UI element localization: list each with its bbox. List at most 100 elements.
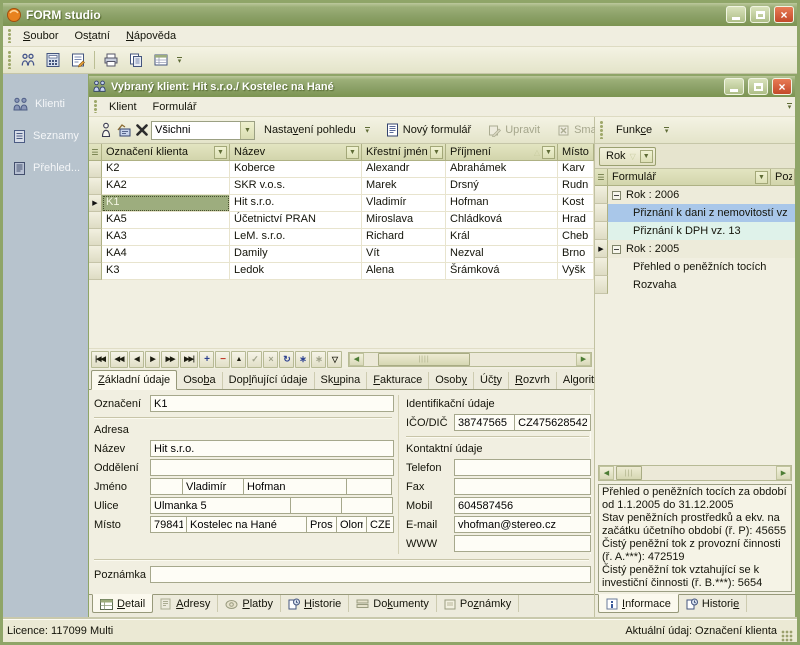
minimize-button[interactable] (726, 6, 746, 23)
table-row[interactable]: KA3LeM. s.r.o.RichardKrálCheb (89, 229, 594, 246)
column-header-poznamka[interactable]: Poz (771, 169, 795, 186)
form-row[interactable]: Přehled o peněžních tocích (595, 258, 795, 276)
chevron-down-icon[interactable]: ▼ (240, 122, 254, 139)
maximize-button[interactable] (750, 6, 770, 23)
cell[interactable]: Nezval (446, 246, 558, 263)
tab-poznamky[interactable]: Poznámky (437, 595, 519, 612)
kraj-field[interactable] (336, 516, 367, 533)
cell[interactable]: Alexandr (362, 161, 446, 178)
www-link-label[interactable]: WWW (406, 538, 454, 550)
group-by-rok-chip[interactable]: Rok ▽ ▼ (599, 147, 656, 166)
email-field[interactable] (454, 516, 591, 533)
cell[interactable]: Vladimír (362, 195, 446, 212)
nav-prior-page-button[interactable]: ◀◀ (110, 351, 128, 368)
cell[interactable]: KA5 (102, 212, 230, 229)
cell[interactable]: Brno (558, 246, 594, 263)
row-selector[interactable] (89, 212, 102, 229)
chevron-down-icon[interactable]: ▼ (346, 146, 359, 159)
tab-doplnujici-udaje[interactable]: Doplňující údaje (223, 372, 315, 389)
tab-platby[interactable]: Platby (218, 595, 281, 612)
table-horizontal-scrollbar[interactable]: ◀ |||| ▶ (348, 352, 592, 367)
collapse-minus-icon[interactable] (612, 245, 621, 254)
nav-edit-button[interactable]: ▲ (231, 351, 246, 368)
scroll-left-icon[interactable]: ◀ (599, 466, 614, 480)
group-row-current[interactable]: Rok : 2005 (595, 240, 795, 258)
tab-historie[interactable]: Historie (281, 595, 349, 612)
table-row[interactable]: KA5Účetnictví PRANMiroslavaChládkováHrad (89, 212, 594, 229)
tab-ucty[interactable]: Účty (474, 372, 509, 389)
row-selector[interactable] (89, 161, 102, 178)
sidebar-item-seznamy[interactable]: Seznamy (3, 120, 88, 152)
okres-field[interactable] (306, 516, 337, 533)
cell[interactable]: KA3 (102, 229, 230, 246)
misto-field[interactable] (186, 516, 307, 533)
sidebar-item-klienti[interactable]: Klienti (3, 88, 88, 120)
nav-delete-button[interactable]: − (215, 351, 230, 368)
nav-previous-button[interactable]: ◀ (129, 351, 144, 368)
tab-osoba[interactable]: Osoba (177, 372, 222, 389)
cell[interactable]: Šrámková (446, 263, 558, 280)
calculator-icon[interactable] (41, 49, 65, 71)
cell-selected[interactable]: K1 (102, 195, 230, 212)
cell[interactable]: Karv (558, 161, 594, 178)
nav-refresh-button[interactable]: ↻ (279, 351, 294, 368)
cell[interactable]: Cheb (558, 229, 594, 246)
cell[interactable]: Damily (230, 246, 362, 263)
cell[interactable]: Ledok (230, 263, 362, 280)
menu-napoveda[interactable]: Nápověda (118, 28, 184, 44)
nav-first-button[interactable]: |◀◀ (91, 351, 109, 368)
card-hand-icon[interactable] (115, 119, 133, 141)
table-row[interactable]: KA4DamilyVítNezvalBrno (89, 246, 594, 263)
nav-post-button[interactable]: ✓ (247, 351, 262, 368)
row-selector[interactable] (89, 229, 102, 246)
row-selector[interactable] (595, 258, 608, 276)
cell[interactable]: K2 (102, 161, 230, 178)
cell[interactable]: Účetnictví PRAN (230, 212, 362, 229)
nav-next-button[interactable]: ▶ (145, 351, 160, 368)
close-button[interactable]: × (774, 6, 794, 23)
telefon-field[interactable] (454, 459, 591, 476)
scrollbar-thumb[interactable]: |||| (378, 353, 470, 366)
table-corner-icon[interactable]: ☰ (89, 144, 102, 161)
row-selector[interactable] (89, 178, 102, 195)
poznamka-field[interactable] (150, 566, 591, 583)
chevron-down-icon[interactable]: ▼ (542, 146, 555, 159)
row-selector-current[interactable] (89, 195, 102, 212)
titul-za-field[interactable] (346, 478, 392, 495)
row-selector[interactable] (89, 263, 102, 280)
jmeno-field[interactable] (182, 478, 244, 495)
client-maximize-button[interactable] (748, 78, 768, 95)
print-icon[interactable] (99, 49, 123, 71)
fax-field[interactable] (454, 478, 591, 495)
nav-last-button[interactable]: ▶▶| (180, 351, 198, 368)
cell[interactable]: SKR v.o.s. (230, 178, 362, 195)
clients-icon[interactable] (16, 49, 40, 71)
client-titlebar[interactable]: Vybraný klient: Hit s.r.o./ Kostelec na … (89, 76, 795, 97)
person-icon[interactable] (98, 119, 114, 141)
tab-adresy[interactable]: Adresy (153, 595, 218, 612)
menu-klient[interactable]: Klient (101, 99, 145, 115)
column-header-oznaceni[interactable]: Označení klienta▼ (102, 144, 230, 161)
chevron-down-icon[interactable]: ▼ (755, 171, 768, 184)
ulice-field-2[interactable] (290, 497, 342, 514)
form-row[interactable]: Přiznání k DPH vz. 13 (595, 222, 795, 240)
tab-rozvrh[interactable]: Rozvrh (509, 372, 557, 389)
nav-next-page-button[interactable]: ▶▶ (161, 351, 179, 368)
ulice-field-3[interactable] (341, 497, 393, 514)
column-header-formular[interactable]: Formulář ▼ (608, 169, 771, 186)
toolbar-overflow-icon[interactable]: ▾ (365, 120, 370, 140)
email-link-label[interactable]: E-mail (406, 519, 454, 531)
tab-zakladni-udaje[interactable]: Základní údaje (91, 370, 177, 390)
table-row[interactable]: KA2SKR v.o.s.MarekDrsnýRudn (89, 178, 594, 195)
tab-skupina[interactable]: Skupina (315, 372, 368, 389)
form-edit-icon[interactable] (66, 49, 90, 71)
panel-horizontal-scrollbar[interactable]: ◀ ||| ▶ (598, 465, 792, 481)
row-selector[interactable] (595, 204, 608, 222)
column-header-misto[interactable]: Místo (558, 144, 594, 161)
toolbar-overflow-icon[interactable]: ▾ (174, 50, 185, 70)
group-row[interactable]: Rok : 2006 (595, 186, 795, 204)
row-selector-current[interactable] (595, 240, 608, 258)
cell[interactable]: Abrahámek (446, 161, 558, 178)
client-close-button[interactable]: × (772, 78, 792, 95)
prijmeni-field[interactable] (243, 478, 347, 495)
